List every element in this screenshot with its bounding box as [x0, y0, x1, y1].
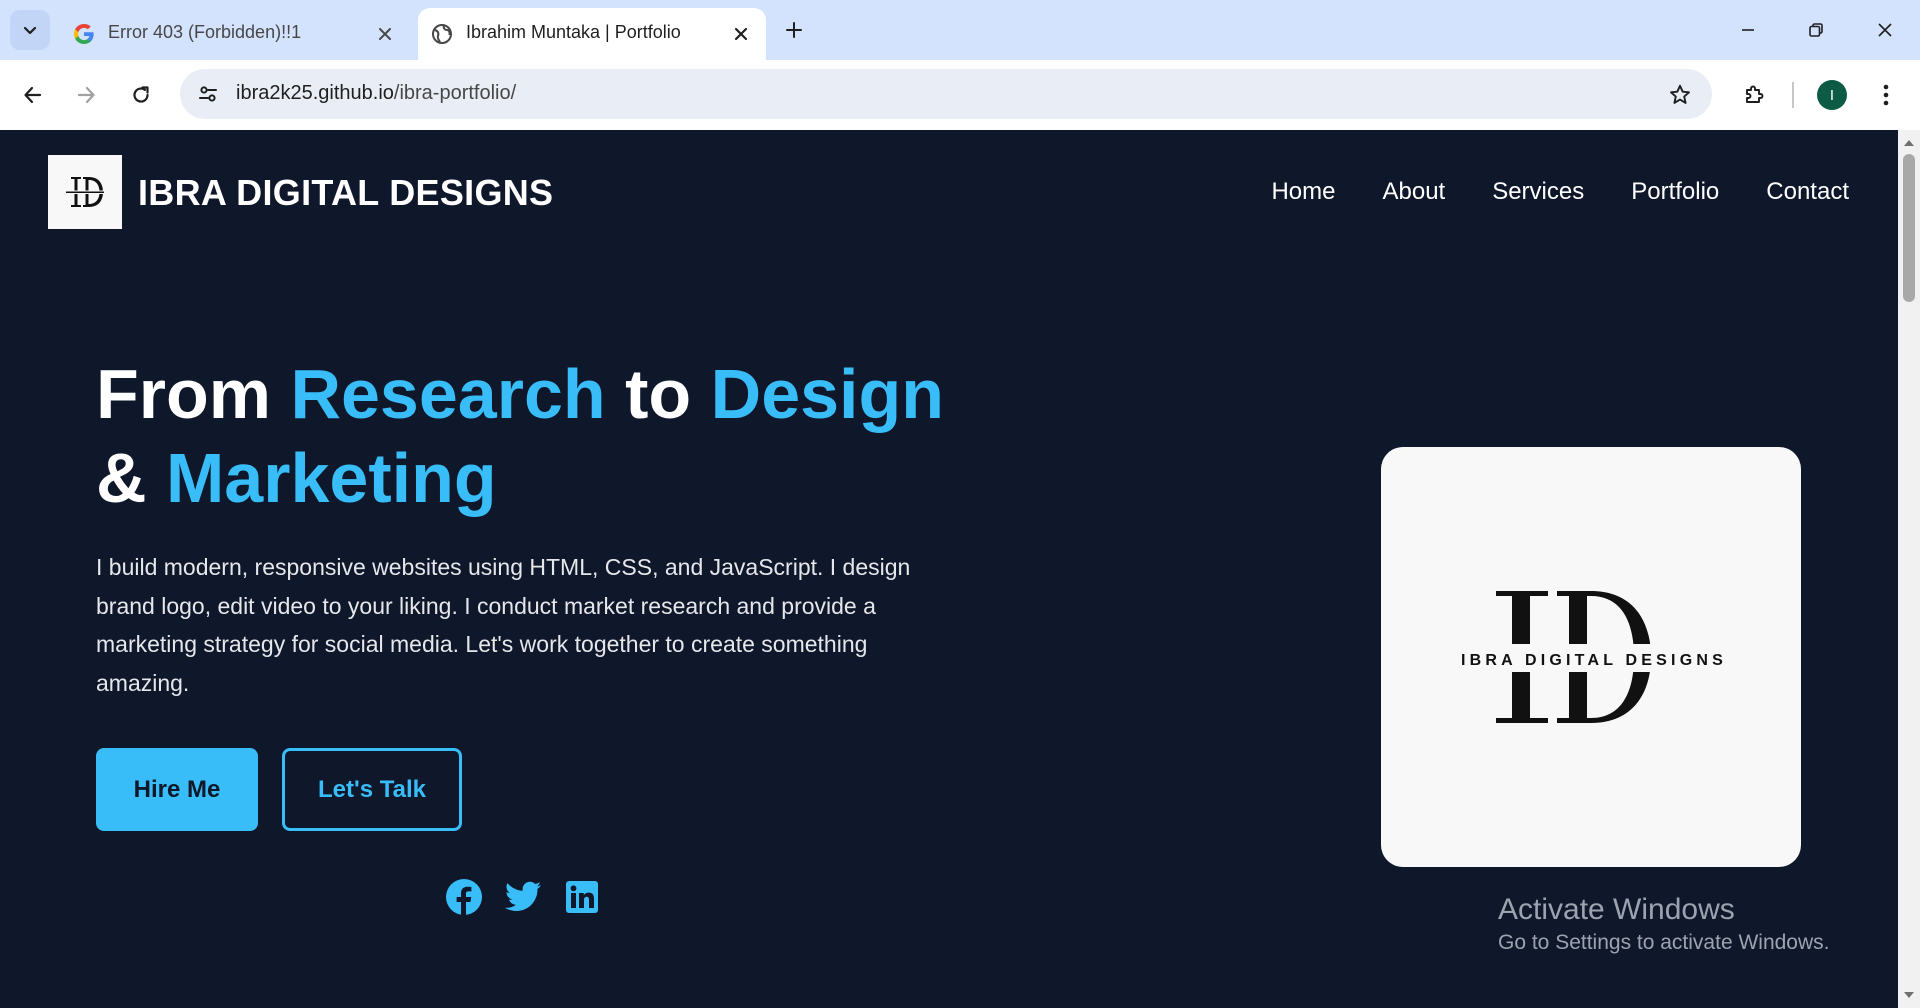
new-tab-button[interactable] [778, 14, 810, 46]
url-text: ibra2k25.github.io/ibra-portfolio/ [236, 82, 516, 105]
url-path: /ibra-portfolio/ [393, 82, 517, 104]
close-icon [1877, 22, 1893, 38]
forward-button[interactable] [66, 75, 106, 115]
tab-search-button[interactable] [10, 10, 50, 50]
tab-error-403[interactable]: Error 403 (Forbidden)!!1 [60, 8, 410, 60]
more-vert-icon [1883, 84, 1889, 106]
nav-home[interactable]: Home [1271, 178, 1335, 206]
hire-me-button[interactable]: Hire Me [96, 748, 258, 831]
id-monogram-icon [64, 177, 106, 207]
restore-icon [1808, 22, 1824, 38]
back-button[interactable] [13, 75, 53, 115]
arrow-right-icon [75, 84, 97, 106]
hero-title-part: to [605, 355, 711, 433]
activate-subtitle: Go to Settings to activate Windows. [1498, 931, 1830, 954]
main-nav: Home About Services Portfolio Contact [1271, 178, 1849, 206]
lets-talk-button[interactable]: Let's Talk [282, 748, 462, 831]
star-icon [1668, 83, 1692, 107]
hero-title-accent: Research [290, 355, 606, 433]
plus-icon [784, 20, 804, 40]
address-bar[interactable]: ibra2k25.github.io/ibra-portfolio/ [180, 69, 1712, 119]
linkedin-icon [566, 881, 598, 913]
web-page: IBRA DIGITAL DESIGNS Home About Services… [0, 130, 1898, 1008]
brand-logo[interactable] [48, 155, 122, 229]
nav-portfolio[interactable]: Portfolio [1631, 178, 1719, 206]
hero-title-accent: Marketing [166, 439, 497, 517]
nav-contact[interactable]: Contact [1766, 178, 1849, 206]
browser-toolbar: ibra2k25.github.io/ibra-portfolio/ I [0, 60, 1920, 130]
close-icon[interactable] [372, 21, 398, 47]
minimize-button[interactable] [1724, 10, 1772, 50]
menu-button[interactable] [1866, 75, 1906, 115]
google-g-icon [72, 22, 96, 46]
url-domain: ibra2k25.github.io [236, 82, 394, 104]
tab-portfolio[interactable]: Ibrahim Muntaka | Portfolio [418, 8, 766, 60]
page-scrollbar[interactable] [1898, 130, 1920, 1008]
close-window-button[interactable] [1861, 10, 1909, 50]
tab-strip: Error 403 (Forbidden)!!1 Ibrahim Muntaka… [0, 0, 1920, 60]
toolbar-divider [1792, 82, 1794, 108]
triangle-up-icon [1904, 140, 1914, 146]
puzzle-icon [1742, 83, 1766, 107]
hero-description: I build modern, responsive websites usin… [96, 554, 911, 696]
arrow-left-icon [22, 84, 44, 106]
tune-icon [197, 83, 219, 105]
scroll-up-button[interactable] [1898, 132, 1920, 154]
site-info-button[interactable] [188, 74, 228, 114]
twitter-link[interactable] [503, 877, 543, 917]
extensions-button[interactable] [1734, 75, 1774, 115]
facebook-link[interactable] [444, 877, 484, 917]
reload-button[interactable] [121, 75, 161, 115]
activate-windows-watermark: Activate Windows Go to Settings to activ… [1498, 892, 1830, 958]
hero-title-part: From [96, 355, 291, 433]
globe-icon [430, 22, 454, 46]
restore-button[interactable] [1792, 10, 1840, 50]
linkedin-link[interactable] [562, 877, 602, 917]
nav-services[interactable]: Services [1492, 178, 1584, 206]
brand-name[interactable]: IBRA DIGITAL DESIGNS [138, 172, 553, 214]
hero-title-accent: Design [710, 355, 945, 433]
reload-icon [130, 84, 152, 106]
hero-title-part: & [96, 439, 166, 517]
nav-about[interactable]: About [1382, 178, 1445, 206]
hero-title: From Research to Design & Marketing [96, 352, 996, 520]
profile-avatar[interactable]: I [1817, 80, 1847, 110]
logo-wordmark: IBRA DIGITAL DESIGNS [1461, 652, 1727, 669]
activate-title: Activate Windows [1498, 893, 1735, 926]
id-monogram-icon: IBRA DIGITAL DESIGNS [1461, 591, 1727, 723]
tab-title: Ibrahim Muntaka | Portfolio [466, 22, 681, 42]
scroll-thumb[interactable] [1903, 154, 1915, 302]
triangle-down-icon [1904, 992, 1914, 998]
facebook-icon [446, 879, 482, 915]
twitter-icon [505, 881, 541, 911]
minimize-icon [1740, 22, 1756, 38]
tab-title: Error 403 (Forbidden)!!1 [108, 22, 302, 42]
bookmark-button[interactable] [1666, 81, 1694, 109]
chevron-down-icon [22, 22, 38, 38]
scroll-down-button[interactable] [1898, 984, 1920, 1006]
hero-logo-card: IBRA DIGITAL DESIGNS [1381, 447, 1801, 867]
close-icon[interactable] [728, 21, 754, 47]
